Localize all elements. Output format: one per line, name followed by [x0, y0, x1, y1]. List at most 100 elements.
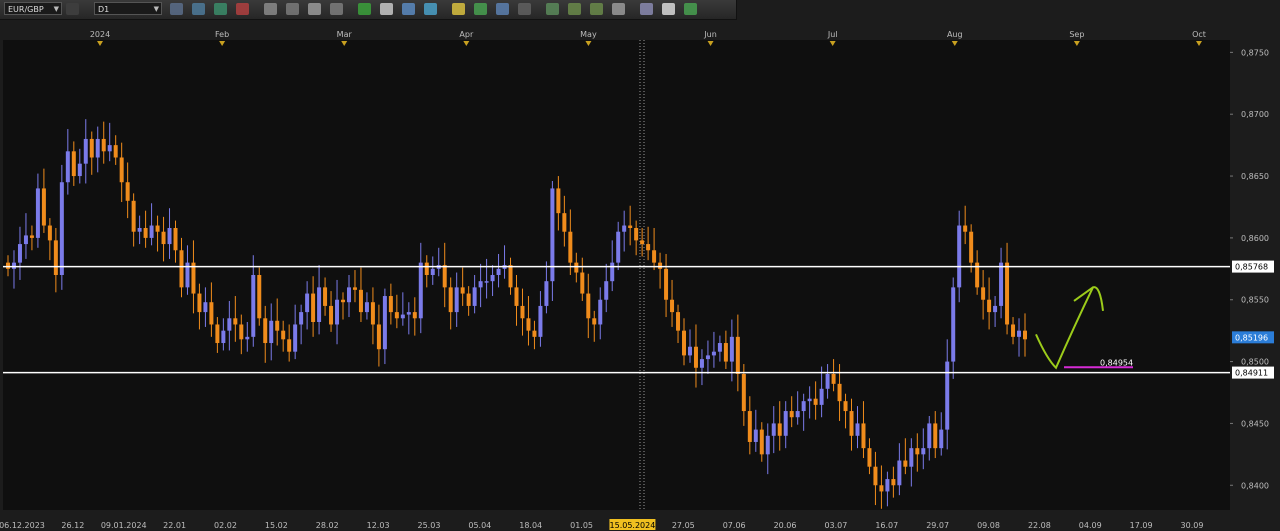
candle-body	[179, 250, 184, 288]
month-label: Jul	[827, 30, 838, 39]
candle-body	[454, 287, 459, 313]
candle-body	[885, 479, 890, 492]
candle-body	[478, 281, 483, 288]
candle-body	[777, 423, 782, 436]
x-tick-label: 29.07	[926, 521, 949, 530]
candle-body	[741, 373, 746, 412]
candle-body	[167, 228, 172, 245]
candle-body	[101, 138, 106, 152]
candle-body	[879, 485, 884, 492]
candle-body	[442, 265, 447, 288]
candle-body	[107, 145, 112, 152]
candle-body	[837, 383, 842, 402]
price-chart[interactable]: 2024 Feb Mar Apr May Jun Jul Aug Sep Oct 0,84954 …	[0, 0, 1280, 531]
x-tick-label: 25.03	[418, 521, 441, 530]
x-tick-label: 27.05	[672, 521, 695, 530]
candle-body	[412, 312, 417, 319]
candle-body	[71, 151, 76, 177]
candle-body	[466, 293, 471, 306]
candle-body	[693, 346, 698, 368]
candle-body	[424, 262, 429, 275]
candle-body	[35, 188, 40, 238]
candle-body	[95, 138, 100, 158]
x-tick-label: 01.05	[570, 521, 593, 530]
candle-body	[215, 324, 220, 344]
candle-body	[394, 312, 399, 319]
candle-body	[47, 225, 52, 241]
candle-body	[843, 401, 848, 412]
candle-body	[891, 479, 896, 486]
candle-body	[251, 275, 256, 337]
x-tick-label: 22.08	[1028, 521, 1051, 530]
candle-body	[640, 240, 645, 245]
candle-body	[795, 411, 800, 418]
candle-body	[131, 200, 136, 232]
candle-body	[544, 281, 549, 306]
candle-body	[418, 262, 423, 319]
candle-body	[400, 314, 405, 319]
candle-body	[610, 262, 615, 282]
candle-body	[89, 138, 94, 158]
x-tick-label: 20.06	[774, 521, 797, 530]
candle-body	[652, 250, 657, 263]
candle-body	[568, 231, 573, 263]
x-tick-label: 18.04	[519, 521, 542, 530]
candle-body	[335, 299, 340, 325]
candle-body	[245, 336, 250, 340]
level-label: 0,84911	[1235, 369, 1268, 378]
candle-body	[867, 448, 872, 467]
candle-body	[981, 287, 986, 300]
candle-body	[526, 318, 531, 331]
y-tick-label: 0,8450	[1241, 419, 1269, 428]
candle-body	[382, 296, 387, 350]
candle-body	[628, 225, 633, 228]
candle-body	[586, 293, 591, 319]
x-tick-label: 05.04	[468, 521, 491, 530]
x-tick-label: 04.09	[1079, 521, 1102, 530]
candle-body	[53, 240, 58, 275]
candle-body	[658, 262, 663, 269]
month-label: Apr	[459, 30, 474, 39]
month-axis-bar	[3, 28, 1230, 39]
candle-body	[113, 145, 118, 158]
candle-body	[83, 138, 88, 164]
candle-body	[717, 343, 722, 352]
month-label: 2024	[90, 30, 110, 39]
month-label: Mar	[337, 30, 353, 39]
candle-body	[963, 225, 968, 232]
candle-body	[735, 336, 740, 374]
candle-body	[227, 318, 232, 331]
candle-body	[6, 262, 10, 269]
candle-body	[430, 268, 435, 275]
candle-body	[29, 235, 34, 238]
candle-body	[969, 231, 974, 263]
y-tick-label: 0,8700	[1241, 110, 1269, 119]
candle-body	[957, 225, 962, 288]
y-tick-label: 0,8500	[1241, 358, 1269, 367]
candle-body	[604, 281, 609, 300]
candle-body	[909, 448, 914, 467]
candle-body	[1023, 330, 1027, 340]
candle-body	[65, 151, 70, 183]
candle-body	[723, 343, 728, 362]
candle-body	[388, 296, 393, 313]
month-label: May	[580, 30, 597, 39]
candle-body	[993, 305, 998, 313]
candle-body	[263, 318, 268, 344]
current-price-label: 0,85196	[1235, 333, 1268, 342]
candle-body	[933, 423, 938, 449]
candle-body	[711, 351, 716, 356]
x-tick-label: 15.05.2024	[610, 521, 656, 530]
candle-body	[556, 188, 561, 214]
candle-body	[580, 272, 585, 294]
candle-body	[41, 188, 46, 226]
candle-body	[508, 265, 513, 288]
candle-body	[490, 275, 495, 282]
candle-body	[364, 302, 369, 313]
candle-body	[143, 228, 148, 238]
month-label: Jun	[703, 30, 717, 39]
candle-body	[376, 324, 381, 350]
candle-body	[358, 289, 363, 313]
month-label: Aug	[947, 30, 963, 39]
candle-body	[275, 320, 280, 331]
